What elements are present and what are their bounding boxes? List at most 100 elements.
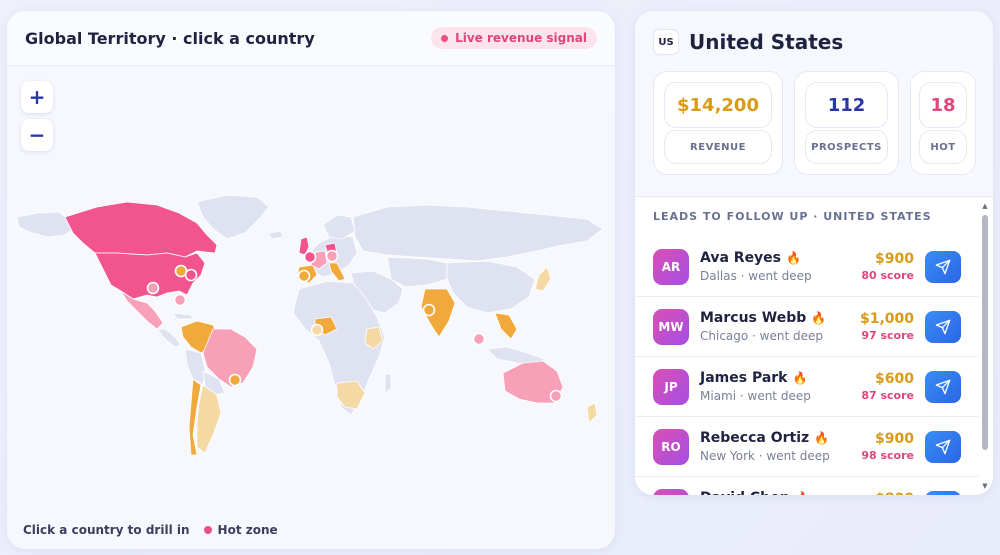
leads-scrollbar[interactable]: ▲ ▼ (980, 201, 990, 491)
lead-score: 97 score (861, 329, 914, 342)
country-greenland[interactable] (196, 194, 270, 240)
lead-name: Marcus Webb (700, 310, 807, 326)
marker-berlin[interactable] (325, 249, 339, 263)
send-icon (935, 439, 951, 454)
map-footer-hint: Click a country to drill in (23, 523, 190, 537)
stat-revenue: $14,200 REVENUE (653, 71, 783, 175)
lead-name-row: Rebecca Ortiz 🔥 (700, 430, 861, 446)
world-map[interactable] (7, 67, 615, 517)
lead-name-row: David Chen 🔥 (700, 490, 861, 495)
lead-row[interactable]: RO Rebecca Ortiz 🔥 New York · went deep $900… (635, 417, 979, 477)
legend-hot-zone: Hot zone (203, 523, 278, 537)
lead-row[interactable]: MW Marcus Webb 🔥 Chicago · went deep $1,000 9… (635, 297, 979, 357)
marker-mumbai[interactable] (422, 303, 436, 317)
marker-sydney[interactable] (549, 389, 563, 403)
lead-name: Ava Reyes (700, 250, 782, 266)
lead-avatar: DC (653, 488, 689, 495)
lead-location: New York · went deep (700, 449, 830, 463)
lead-row[interactable]: DC David Chen🔥Seattle · went deep$80090 s… (635, 477, 979, 495)
region-central-asia[interactable] (386, 256, 448, 288)
lead-list[interactable]: AR Ava Reyes 🔥 Dallas · went deep $900 80 sco… (635, 237, 979, 495)
lead-info: David Chen🔥Seattle · went deep (700, 490, 861, 495)
scroll-up-icon[interactable]: ▲ (980, 201, 990, 211)
lead-info: James Park 🔥 Miami · went deep (700, 370, 861, 403)
live-revenue-label: Live revenue signal (455, 31, 587, 45)
lead-location: Chicago · went deep (700, 329, 823, 343)
region-southeast-asia[interactable] (494, 312, 518, 340)
send-icon (935, 379, 951, 394)
lead-name-row: Marcus Webb 🔥 (700, 310, 860, 326)
country-new-zealand[interactable] (586, 402, 598, 424)
stat-hot-label: HOT (919, 130, 967, 164)
lead-location: Miami · went deep (700, 389, 811, 403)
country-header: US United States (635, 11, 993, 55)
country-japan[interactable] (534, 266, 552, 292)
lead-row[interactable]: AR Ava Reyes 🔥 Dallas · went deep $900 80 sco… (635, 237, 979, 297)
country-russia[interactable] (352, 204, 604, 262)
lead-value: $80090 score (861, 491, 914, 495)
stat-hot: 18 HOT (910, 71, 976, 175)
marker-london[interactable] (303, 250, 317, 264)
country-central-america[interactable] (156, 328, 182, 348)
lead-amount: $800 (861, 491, 914, 495)
scroll-down-icon[interactable]: ▼ (980, 481, 990, 491)
country-canada[interactable] (64, 201, 218, 258)
send-icon (935, 319, 951, 334)
lead-avatar: RO (653, 428, 689, 465)
map-card: Global Territory · click a country Live … (7, 11, 615, 549)
country-china[interactable] (446, 260, 536, 314)
country-madagascar[interactable] (384, 372, 392, 394)
lead-name-row: James Park 🔥 (700, 370, 861, 386)
lead-avatar: AR (653, 248, 689, 285)
lead-avatar: MW (653, 308, 689, 345)
send-button[interactable] (925, 310, 961, 343)
scroll-thumb[interactable] (982, 215, 988, 450)
stats-row: $14,200 REVENUE 112 PROSPECTS 18 HOT (653, 71, 993, 175)
stat-prospects: 112 PROSPECTS (794, 71, 899, 175)
lead-amount: $1,000 (859, 311, 914, 327)
fire-icon: 🔥 (792, 371, 808, 385)
country-name: United States (689, 30, 844, 54)
lead-row[interactable]: JP James Park 🔥 Miami · went deep $600 87 sco… (635, 357, 979, 417)
country-iceland[interactable] (268, 230, 284, 240)
marker-paris[interactable] (297, 269, 311, 283)
lead-name: James Park (700, 370, 788, 386)
map-title: Global Territory · click a country (25, 28, 315, 48)
lead-amount: $600 (875, 371, 914, 387)
send-button[interactable] (925, 370, 961, 403)
lead-score: 80 score (861, 269, 914, 282)
send-button[interactable] (925, 430, 961, 463)
marker-new-york[interactable] (184, 268, 198, 282)
leads-title: LEADS TO FOLLOW UP · UNITED STATES (653, 210, 932, 223)
country-cuba[interactable] (172, 312, 194, 320)
map-footer: Click a country to drill in Hot zone (23, 523, 278, 537)
marker-miami[interactable] (173, 293, 187, 307)
marker-jakarta[interactable] (472, 332, 486, 346)
lead-name: David Chen (700, 490, 790, 495)
hot-zone-dot-icon (203, 526, 212, 534)
send-icon (935, 259, 951, 274)
region-scandinavia[interactable] (322, 214, 356, 240)
send-button[interactable] (925, 250, 961, 283)
country-argentina[interactable] (196, 384, 222, 454)
lead-info: Rebecca Ortiz 🔥 New York · went deep (700, 430, 861, 463)
marker-lagos[interactable] (310, 323, 324, 337)
marker-sao-paulo[interactable] (228, 373, 242, 387)
country-code-badge: US (653, 29, 679, 55)
stat-revenue-value: $14,200 (664, 82, 772, 128)
stat-hot-value: 18 (919, 82, 967, 128)
country-peru[interactable] (184, 348, 206, 386)
lead-value: $1,000 97 score (860, 311, 914, 342)
lead-info: Marcus Webb 🔥 Chicago · went deep (700, 310, 860, 343)
leads-panel: LEADS TO FOLLOW UP · UNITED STATES AR Ava… (635, 196, 993, 495)
legend-hot-label: Hot zone (217, 523, 278, 537)
lead-name: Rebecca Ortiz (700, 430, 810, 446)
lead-avatar: JP (653, 368, 689, 405)
stat-prospects-value: 112 (805, 82, 888, 128)
fire-icon: 🔥 (786, 251, 801, 265)
live-dot-icon (441, 34, 449, 42)
stat-revenue-label: REVENUE (664, 130, 772, 164)
fire-icon: 🔥 (814, 431, 830, 445)
marker-seattle[interactable] (146, 281, 160, 295)
send-button[interactable] (925, 490, 961, 495)
